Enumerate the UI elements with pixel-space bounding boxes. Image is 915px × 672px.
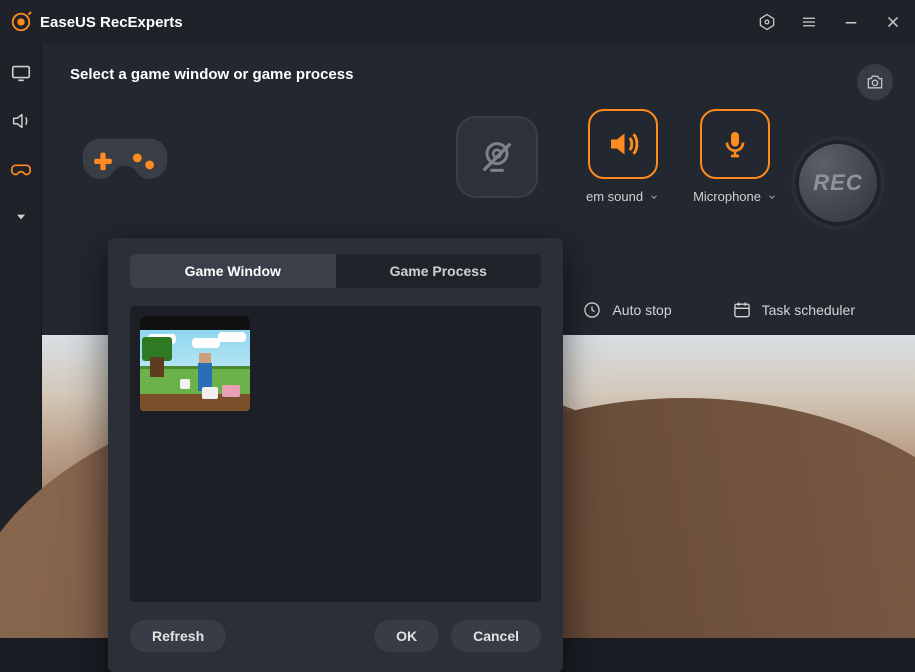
minimize-icon[interactable] xyxy=(841,12,861,32)
speaker-icon xyxy=(605,126,641,162)
popup-footer: Refresh OK Cancel xyxy=(108,602,563,672)
chevron-down-icon xyxy=(649,192,659,202)
game-window-thumbnail[interactable] xyxy=(140,316,250,411)
instruction-text: Select a game window or game process xyxy=(70,66,887,83)
logo-icon xyxy=(10,11,32,33)
microphone-label: Microphone xyxy=(693,189,761,204)
screenshot-button[interactable] xyxy=(857,64,893,100)
app-logo: EaseUS RecExperts xyxy=(10,11,183,33)
calendar-icon xyxy=(732,300,752,320)
camera-icon xyxy=(865,72,885,92)
close-icon[interactable] xyxy=(883,12,903,32)
microphone-button[interactable] xyxy=(700,109,770,179)
gamepad-icon xyxy=(81,124,169,190)
game-select-popup: Game Window Game Process Ref xyxy=(108,238,563,672)
popup-tabs: Game Window Game Process xyxy=(130,254,541,288)
app-title: EaseUS RecExperts xyxy=(40,14,183,31)
game-source-button[interactable] xyxy=(70,117,180,197)
webcam-off-icon xyxy=(477,137,517,177)
menu-icon[interactable] xyxy=(799,12,819,32)
auto-stop-label: Auto stop xyxy=(612,302,671,318)
clock-icon xyxy=(582,300,602,320)
task-scheduler-button[interactable]: Task scheduler xyxy=(732,300,855,320)
settings-icon[interactable] xyxy=(757,12,777,32)
record-label: REC xyxy=(813,170,862,196)
main-area: Select a game window or game process xyxy=(42,44,915,638)
tab-game-window[interactable]: Game Window xyxy=(130,254,336,288)
microphone-icon xyxy=(719,128,751,160)
game-mode-icon[interactable] xyxy=(10,158,32,180)
auto-stop-button[interactable]: Auto stop xyxy=(582,300,671,320)
microphone-dropdown[interactable]: Microphone xyxy=(693,189,777,204)
refresh-button[interactable]: Refresh xyxy=(130,620,226,652)
tab-game-process[interactable]: Game Process xyxy=(336,254,542,288)
record-button[interactable]: REC xyxy=(791,136,885,230)
window-grid xyxy=(130,306,541,602)
system-sound-dropdown[interactable]: em sound xyxy=(586,189,659,204)
system-sound-label: em sound xyxy=(586,189,643,204)
system-sound-button[interactable] xyxy=(588,109,658,179)
cancel-button[interactable]: Cancel xyxy=(451,620,541,652)
task-scheduler-label: Task scheduler xyxy=(762,302,855,318)
webcam-button[interactable] xyxy=(456,116,538,198)
title-bar: EaseUS RecExperts xyxy=(0,0,915,44)
ok-button[interactable]: OK xyxy=(374,620,439,652)
audio-mode-icon[interactable] xyxy=(10,110,32,132)
more-modes-icon[interactable] xyxy=(10,206,32,228)
chevron-down-icon xyxy=(767,192,777,202)
screen-mode-icon[interactable] xyxy=(10,62,32,84)
